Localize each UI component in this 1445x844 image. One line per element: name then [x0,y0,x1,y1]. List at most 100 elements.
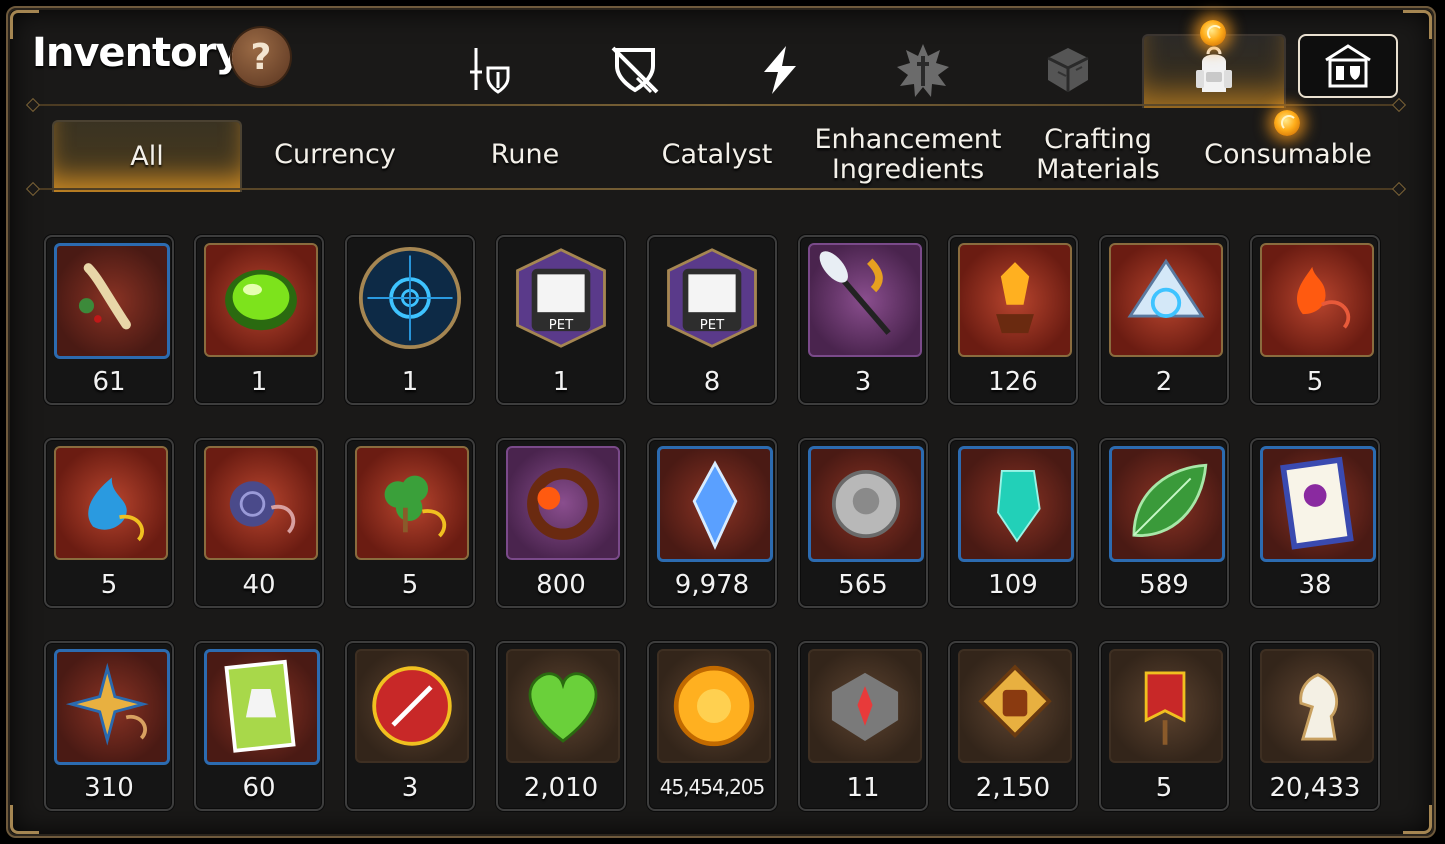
fire-pendant-icon [1260,243,1374,357]
green-orb-icon [204,243,318,357]
item-slot[interactable]: 38 [1250,438,1380,608]
guild-hall-icon [1325,44,1371,88]
item-slot[interactable]: 109 [948,438,1078,608]
item-slot[interactable]: 126 [948,235,1078,405]
item-count: 1 [250,367,268,397]
broken-shield-icon [611,46,659,94]
item-slot[interactable]: 2,010 [496,641,626,811]
subtab-enhancement-ingredients[interactable]: Enhancement Ingredients [815,120,1002,190]
burst-sword-icon [897,44,949,97]
red-badge-icon [355,649,469,763]
tab-cube[interactable] [1018,34,1118,106]
item-count: 20,433 [1269,773,1361,803]
tab-equipment[interactable] [440,34,540,106]
sword-shield-icon [470,48,510,94]
notification-dot-icon [1200,20,1226,46]
item-slot[interactable]: 45,454,205 [647,641,777,811]
item-count: 3 [854,367,872,397]
item-slot[interactable]: 11 [798,641,928,811]
item-slot[interactable]: PET 1 [496,235,626,405]
svg-text:PET: PET [549,318,574,333]
item-count: 2 [1155,367,1173,397]
item-slot[interactable]: 20,433 [1250,641,1380,811]
frame-corner [10,805,39,834]
clover-pendant-icon [355,446,469,560]
item-count: 1 [552,367,570,397]
item-count: 310 [84,773,134,803]
item-slot[interactable]: 589 [1099,438,1229,608]
item-slot[interactable]: 310 [44,641,174,811]
item-count: 60 [242,773,276,803]
item-count: 2,150 [975,773,1051,803]
item-slot[interactable]: 565 [798,438,928,608]
ginseng-root-icon [54,243,170,359]
item-slot[interactable]: 40 [194,438,324,608]
item-slot[interactable]: PET 8 [647,235,777,405]
tab-guild[interactable] [1298,34,1398,98]
svg-text:PET: PET [700,318,725,333]
item-slot[interactable]: 5 [1250,235,1380,405]
spiral-pendant-icon [204,446,318,560]
pet-bag-icon: PET [657,243,767,353]
subtab-rune[interactable]: Rune [432,120,618,190]
item-slot[interactable]: 60 [194,641,324,811]
item-slot[interactable]: 2,150 [948,641,1078,811]
item-count: 126 [988,367,1038,397]
item-count: 2,010 [523,773,599,803]
star-pendant-icon [54,649,170,765]
item-count: 1 [401,367,419,397]
item-count: 9,978 [674,570,750,600]
item-count: 5 [1306,367,1324,397]
feather-duster-icon [808,243,922,357]
item-slot[interactable]: 61 [44,235,174,405]
flame-crystal-icon [958,243,1072,357]
item-count: 800 [536,570,586,600]
item-slot[interactable]: 3 [345,641,475,811]
item-slot[interactable]: 3 [798,235,928,405]
backpack-icon [1196,46,1232,92]
item-slot[interactable]: 2 [1099,235,1229,405]
item-slot[interactable]: 9,978 [647,438,777,608]
item-count: 38 [1298,570,1332,600]
green-heart-icon [506,649,620,763]
item-count: 8 [703,367,721,397]
item-slot[interactable]: 1 [345,235,475,405]
divider [34,188,1398,190]
tab-skills[interactable] [730,34,830,106]
item-count: 109 [988,570,1038,600]
flower-bracelet-icon [506,446,620,560]
help-button[interactable]: ? [232,28,290,86]
dress-card-icon [204,649,320,765]
subtab-catalyst[interactable]: Catalyst [622,120,812,190]
item-slot[interactable]: 5 [345,438,475,608]
paw-card-icon [1260,446,1376,562]
subtab-crafting-materials[interactable]: Crafting Materials [1005,120,1191,190]
item-count: 40 [242,570,276,600]
item-count: 5 [401,570,419,600]
item-count: 5 [1155,773,1173,803]
fist-emblem-icon [958,649,1072,763]
item-count: 5 [100,570,118,600]
item-count: 565 [838,570,888,600]
blue-gem-icon [657,446,773,562]
item-slot[interactable]: 800 [496,438,626,608]
item-slot[interactable]: 5 [44,438,174,608]
item-slot[interactable]: 1 [194,235,324,405]
cube-icon [1047,48,1089,92]
water-pendant-icon [54,446,168,560]
triquetra-crystal-icon [1109,243,1223,357]
item-slot[interactable]: 5 [1099,641,1229,811]
tab-gear[interactable] [585,34,685,106]
frame-corner [1403,805,1432,834]
notification-dot-icon [1274,110,1300,136]
war-banner-icon [1109,649,1223,763]
leaf-icon [1109,446,1225,562]
item-count: 45,454,205 [659,775,766,799]
page-title: Inventory [32,30,241,76]
tab-burst[interactable] [873,34,973,106]
subtab-all[interactable]: All [52,120,242,192]
subtab-currency[interactable]: Currency [242,120,428,190]
chess-knight-icon [1260,649,1374,763]
blue-rune-circle-icon [355,243,465,353]
item-count: 3 [401,773,419,803]
